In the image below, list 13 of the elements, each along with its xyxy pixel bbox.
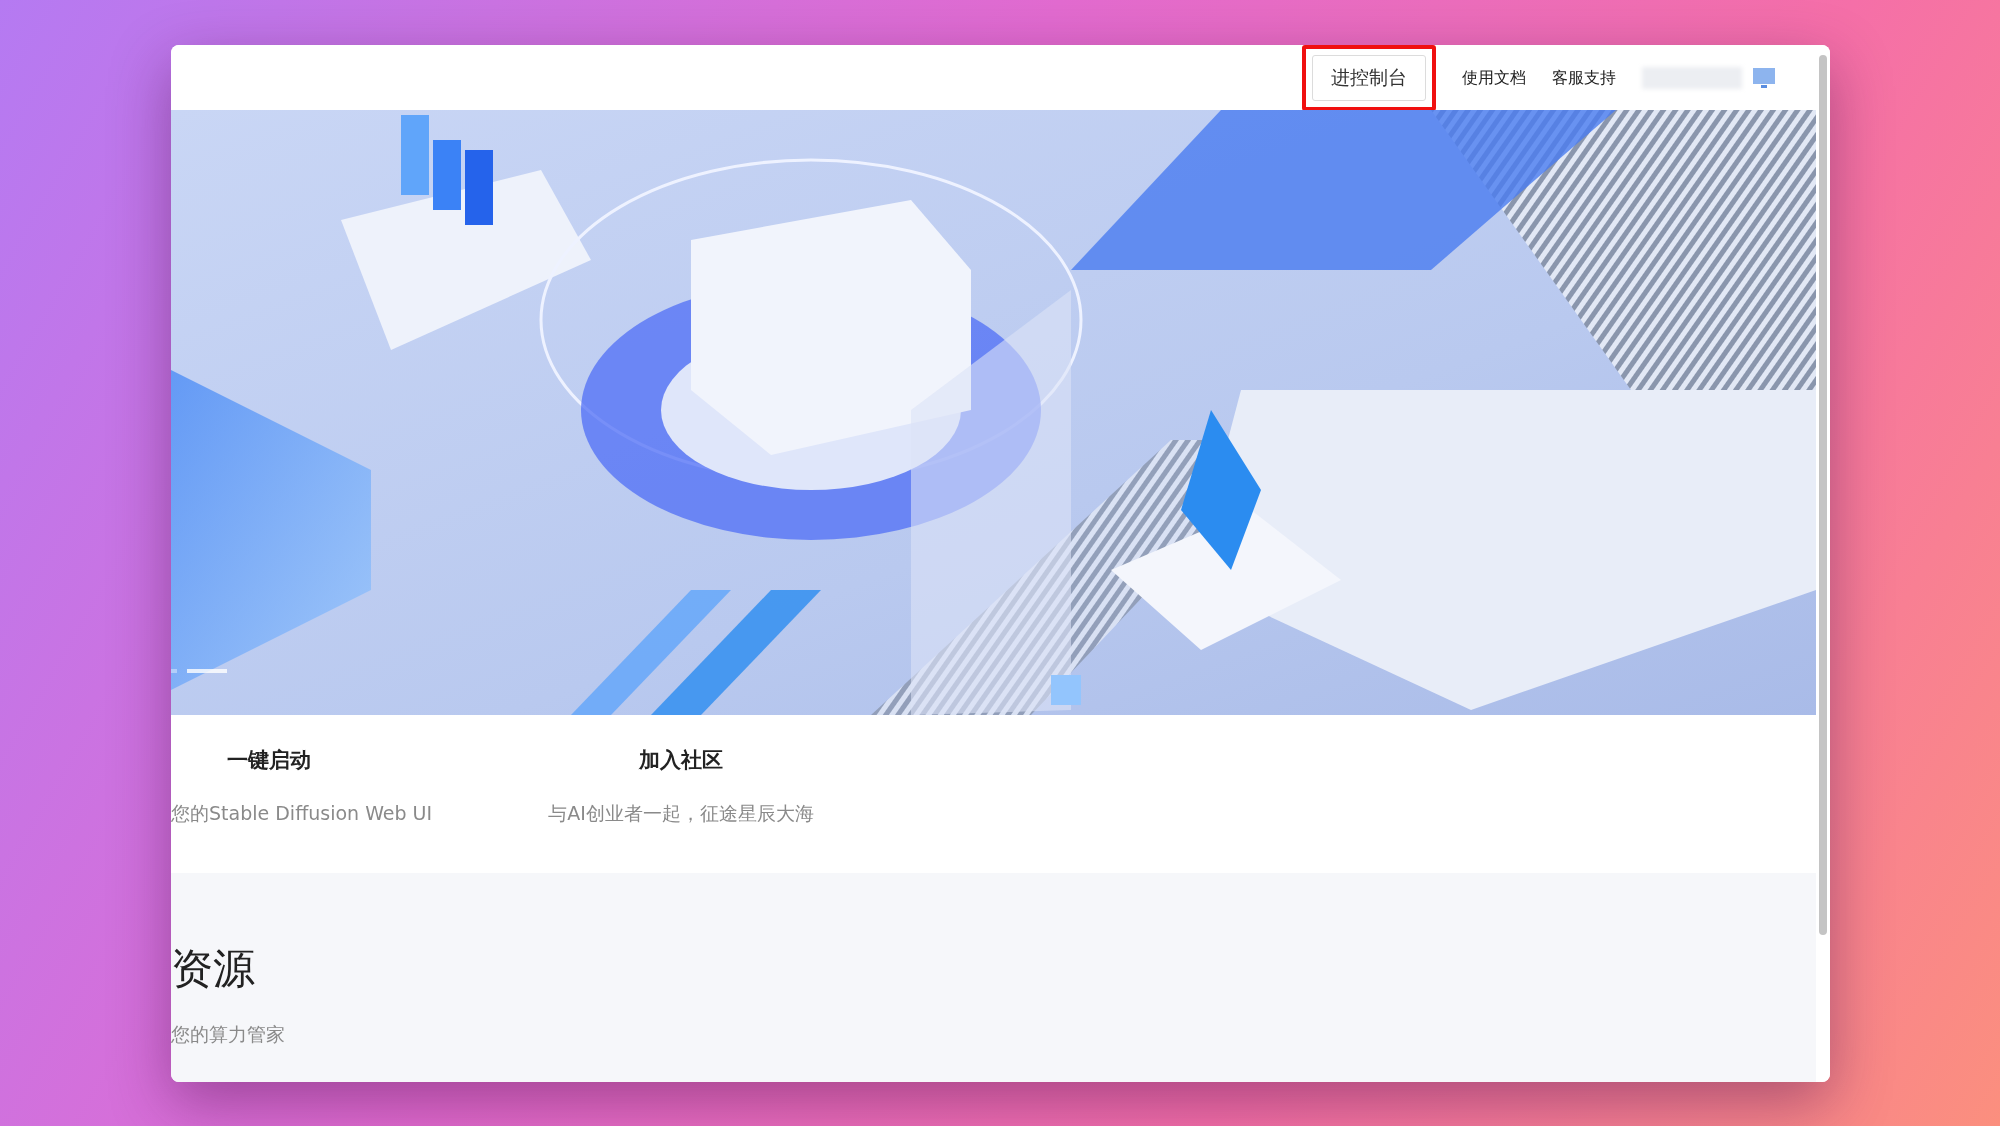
- feature-description: 您的Stable Diffusion Web UI: [171, 800, 433, 826]
- feature-description: 与AI创业者一起，征途星辰大海: [548, 800, 814, 826]
- carousel-indicator[interactable]: [171, 669, 177, 673]
- section-subtitle: 您的算力管家: [171, 1022, 285, 1047]
- carousel-indicator[interactable]: [187, 669, 227, 673]
- feature-title: 一键启动: [226, 747, 311, 774]
- section-title: 资源: [171, 948, 255, 990]
- feature-title: 加入社区: [639, 747, 723, 774]
- console-button[interactable]: 进控制台: [1312, 54, 1426, 101]
- nav-link[interactable]: 使用文档: [1462, 65, 1526, 90]
- avatar-icon[interactable]: [1752, 65, 1776, 90]
- scrollbar-thumb[interactable]: [1819, 55, 1827, 935]
- nav-link[interactable]: 客服支持: [1552, 65, 1616, 90]
